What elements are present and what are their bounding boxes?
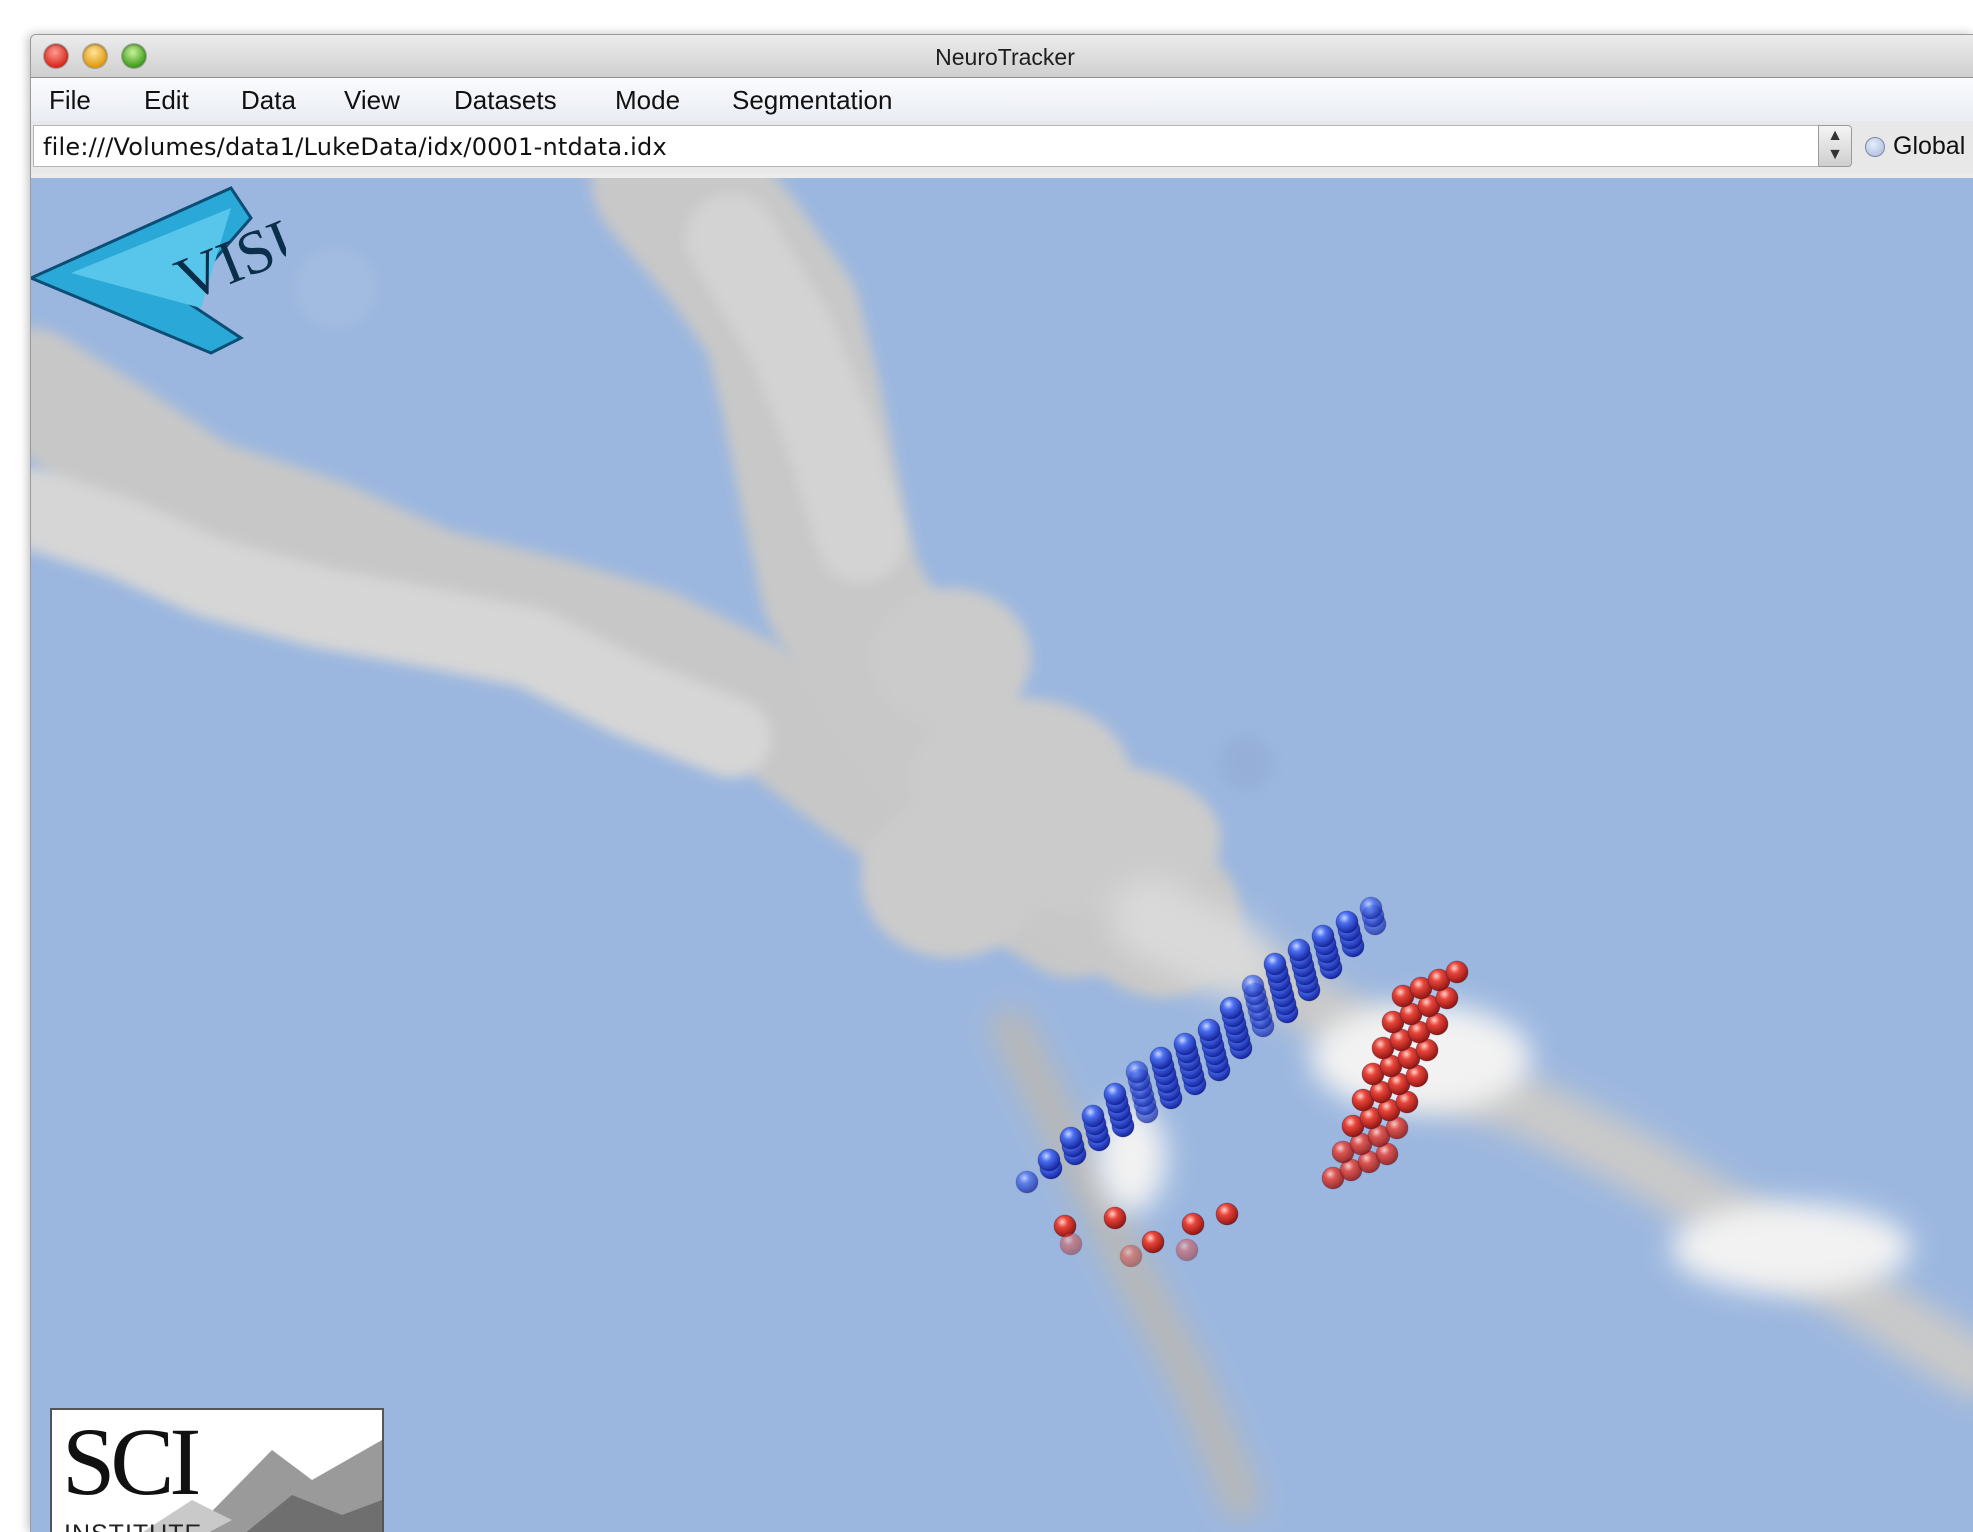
menu-bar: File Edit Data View Datasets Mode Segmen… [31,78,1973,121]
url-input[interactable]: file:///Volumes/data1/LukeData/idx/0001-… [33,125,1819,167]
menu-view[interactable]: View [344,85,400,116]
neuron-rendering [31,178,1973,1518]
menu-segmentation[interactable]: Segmentation [732,85,892,116]
visus-logo: VISUS [31,185,286,355]
blue-marker[interactable] [1287,938,1311,962]
red-marker[interactable] [1181,1212,1205,1236]
menu-edit[interactable]: Edit [144,85,189,116]
blue-marker[interactable] [1015,1170,1039,1194]
red-marker[interactable] [1103,1206,1127,1230]
blue-marker[interactable] [1219,996,1243,1020]
url-bar: file:///Volumes/data1/LukeData/idx/0001-… [31,121,1973,173]
blue-marker[interactable] [1197,1018,1221,1042]
blue-marker[interactable] [1173,1032,1197,1056]
blue-marker[interactable] [1241,974,1265,998]
red-marker[interactable] [1175,1238,1199,1262]
red-marker[interactable] [1215,1202,1239,1226]
blue-marker[interactable] [1125,1060,1149,1084]
url-stepper-icon[interactable]: ▲ ▼ [1818,125,1852,167]
blue-marker[interactable] [1037,1148,1061,1172]
url-value: file:///Volumes/data1/LukeData/idx/0001-… [43,133,667,161]
menu-mode[interactable]: Mode [615,85,680,116]
blue-marker[interactable] [1311,924,1335,948]
red-marker[interactable] [1141,1230,1165,1254]
blue-marker[interactable] [1359,896,1383,920]
radio-icon[interactable] [1865,137,1885,157]
blue-marker[interactable] [1335,910,1359,934]
red-marker[interactable] [1119,1244,1143,1268]
blue-marker[interactable] [1149,1046,1173,1070]
menu-data[interactable]: Data [241,85,296,116]
3d-viewport[interactable]: SCI INSTITUTE VISUS [31,178,1973,1532]
menu-datasets[interactable]: Datasets [454,85,557,116]
title-bar[interactable]: NeuroTracker [31,35,1973,78]
blue-marker[interactable] [1059,1126,1083,1150]
blue-marker[interactable] [1103,1082,1127,1106]
sci-logo-text: SCI [62,1408,201,1515]
red-marker[interactable] [1059,1232,1083,1256]
sci-logo-subtext: INSTITUTE [64,1520,202,1532]
sci-institute-logo: SCI INSTITUTE [50,1408,384,1532]
blue-marker[interactable] [1263,952,1287,976]
window-title: NeuroTracker [935,44,1075,70]
blue-marker[interactable] [1081,1104,1105,1128]
global-radio-label[interactable]: Global [1893,132,1965,161]
app-window: NeuroTracker File Edit Data View Dataset… [30,34,1973,1532]
red-marker[interactable] [1445,960,1469,984]
menu-file[interactable]: File [49,85,91,116]
